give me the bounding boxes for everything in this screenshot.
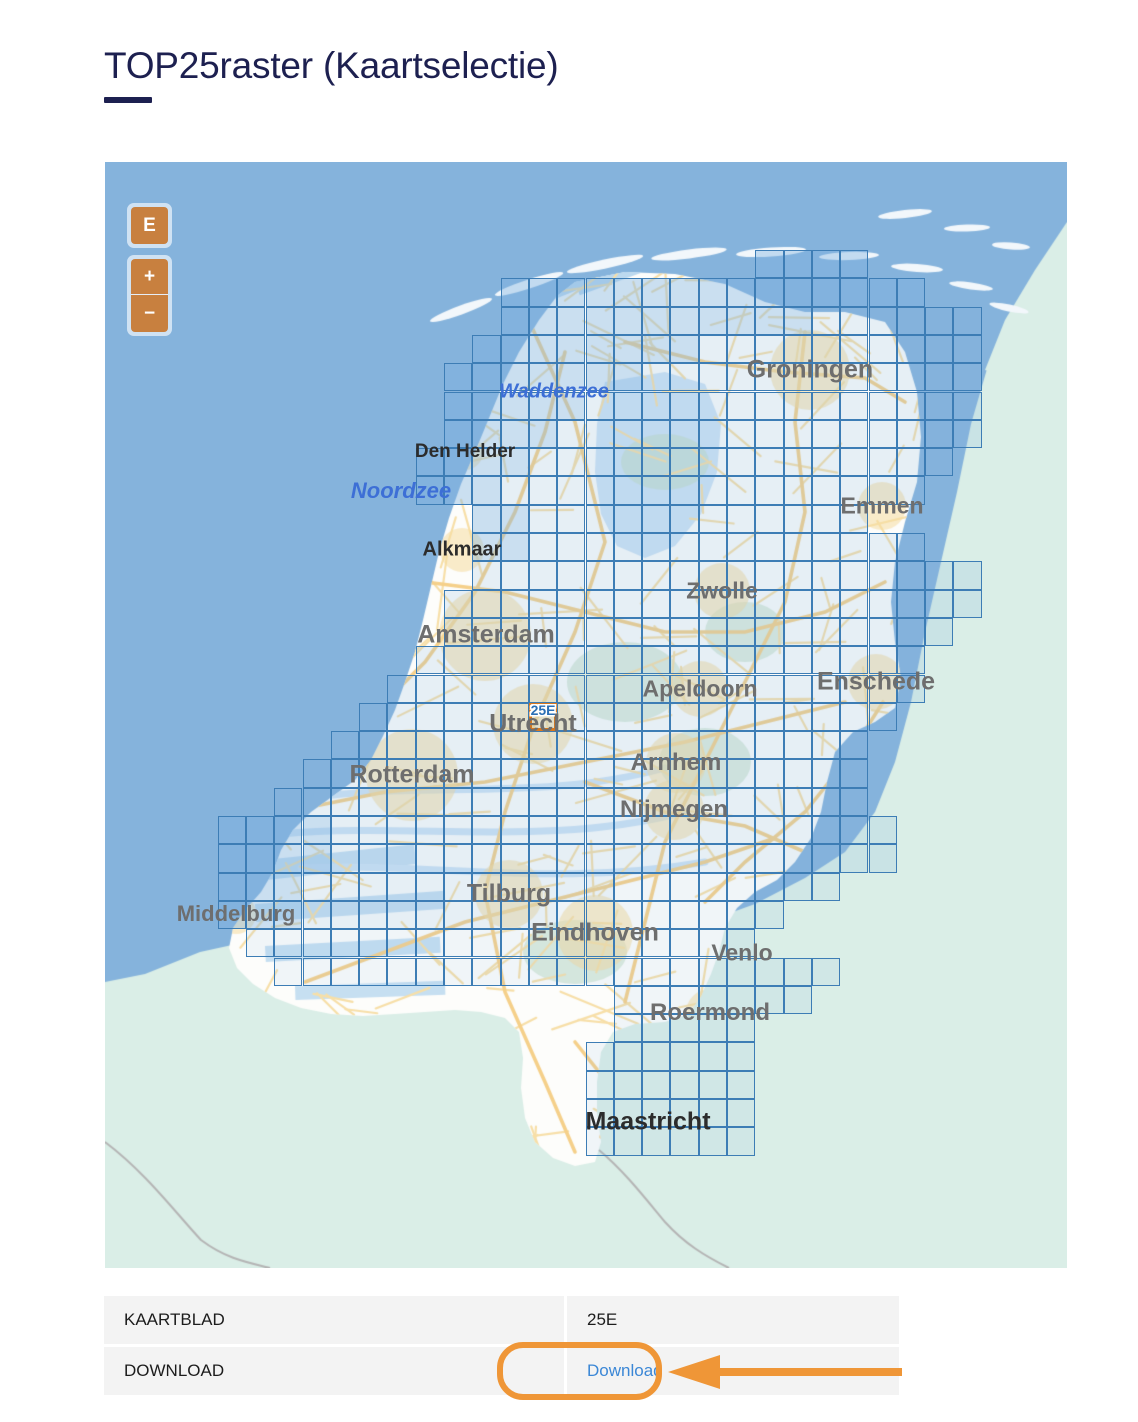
row-label: KAARTBLAD (104, 1296, 567, 1347)
map-extent-control-group: E (127, 203, 172, 248)
zoom-out-button[interactable]: − (131, 295, 168, 332)
title-underline-rule (104, 97, 152, 103)
row-value[interactable]: Download (566, 1346, 900, 1396)
zoom-to-extent-button[interactable]: E (131, 207, 168, 244)
table-row: KAARTBLAD 25E (104, 1296, 899, 1347)
zoom-in-button[interactable]: + (131, 259, 168, 295)
row-label: DOWNLOAD (104, 1345, 567, 1395)
table-row: DOWNLOAD Download (104, 1345, 900, 1396)
download-link[interactable]: Download (587, 1361, 663, 1380)
map-basemap-canvas (105, 162, 1067, 1268)
row-value: 25E (565, 1296, 899, 1347)
page-title: TOP25raster (Kaartselectie) (104, 44, 559, 86)
map-zoom-control-group: + − (127, 255, 172, 336)
kaartblad-info-table: KAARTBLAD 25E DOWNLOAD Download (104, 1296, 899, 1395)
map-viewport[interactable]: 25E E + − Waddenzee Noordzee Den Helder Alk… (105, 162, 1067, 1268)
page-root: TOP25raster (Kaartselectie) 25E E + − Wa… (0, 0, 1138, 1422)
